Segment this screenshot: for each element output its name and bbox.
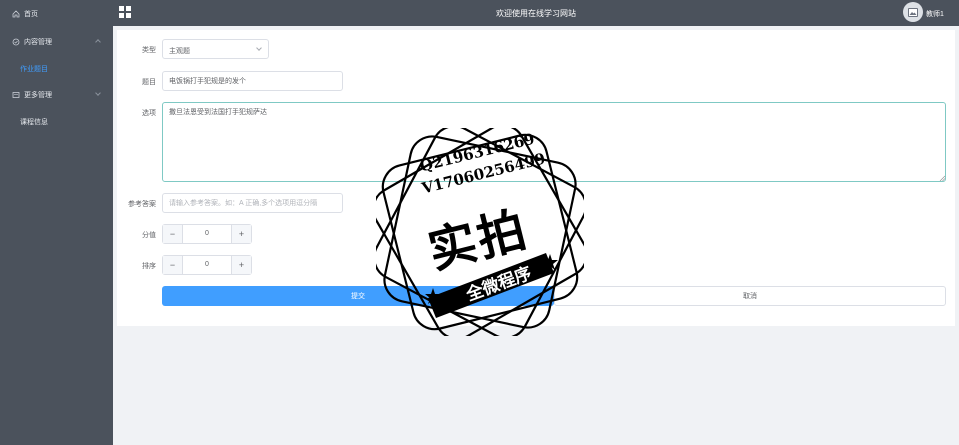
plus-icon[interactable]: + <box>231 225 251 243</box>
score-value[interactable]: 0 <box>183 230 231 237</box>
sidebar-item-home[interactable]: 首页 <box>0 2 113 26</box>
content-icon <box>12 38 20 46</box>
answer-input[interactable] <box>162 193 343 213</box>
options-label: 选项 <box>142 110 156 117</box>
chevron-down-icon <box>256 45 262 51</box>
more-icon <box>12 91 20 99</box>
score-stepper: − 0 + <box>162 224 252 244</box>
sidebar-subitem-label: 课程信息 <box>20 119 48 126</box>
sidebar-subitem-label: 作业题目 <box>20 66 48 73</box>
question-input[interactable] <box>162 71 343 91</box>
minus-icon[interactable]: − <box>163 256 183 274</box>
minus-icon[interactable]: − <box>163 225 183 243</box>
type-select[interactable]: 主观题 <box>162 39 269 59</box>
order-value[interactable]: 0 <box>183 261 231 268</box>
chevron-up-icon <box>95 39 101 45</box>
user-name[interactable]: 教师1 <box>926 9 944 19</box>
score-label: 分值 <box>142 232 156 239</box>
plus-icon[interactable]: + <box>231 256 251 274</box>
cancel-button[interactable]: 取消 <box>554 286 946 306</box>
top-header: 欢迎使用在线学习网站 教师1 <box>113 0 959 26</box>
sidebar-subitem-course[interactable]: 课程信息 <box>0 110 113 134</box>
options-textarea[interactable]: 撒旦法恩受到法国打手犯规萨达 <box>162 102 946 182</box>
type-label: 类型 <box>142 47 156 54</box>
page-title: 欢迎使用在线学习网站 <box>496 9 576 18</box>
sidebar-item-label: 首页 <box>24 11 38 18</box>
sidebar-item-label: 内容管理 <box>24 39 52 46</box>
type-select-value: 主观题 <box>169 48 190 55</box>
submit-button[interactable]: 提交 <box>162 286 554 306</box>
sidebar-item-label: 更多管理 <box>24 92 52 99</box>
answer-label: 参考答案 <box>128 201 156 208</box>
order-label: 排序 <box>142 263 156 270</box>
avatar[interactable] <box>903 2 923 22</box>
image-icon <box>908 7 918 17</box>
sidebar-item-more-management[interactable]: 更多管理 <box>0 83 113 107</box>
home-icon <box>12 10 20 18</box>
sidebar-item-content-management[interactable]: 内容管理 <box>0 30 113 54</box>
sidebar-subitem-homework[interactable]: 作业题目 <box>0 57 113 81</box>
resize-handle-icon[interactable] <box>939 175 945 181</box>
chevron-down-icon <box>95 90 101 96</box>
order-stepper: − 0 + <box>162 255 252 275</box>
question-label: 题目 <box>142 79 156 86</box>
sidebar: 首页 内容管理 作业题目 更多管理 课程信息 <box>0 0 113 445</box>
